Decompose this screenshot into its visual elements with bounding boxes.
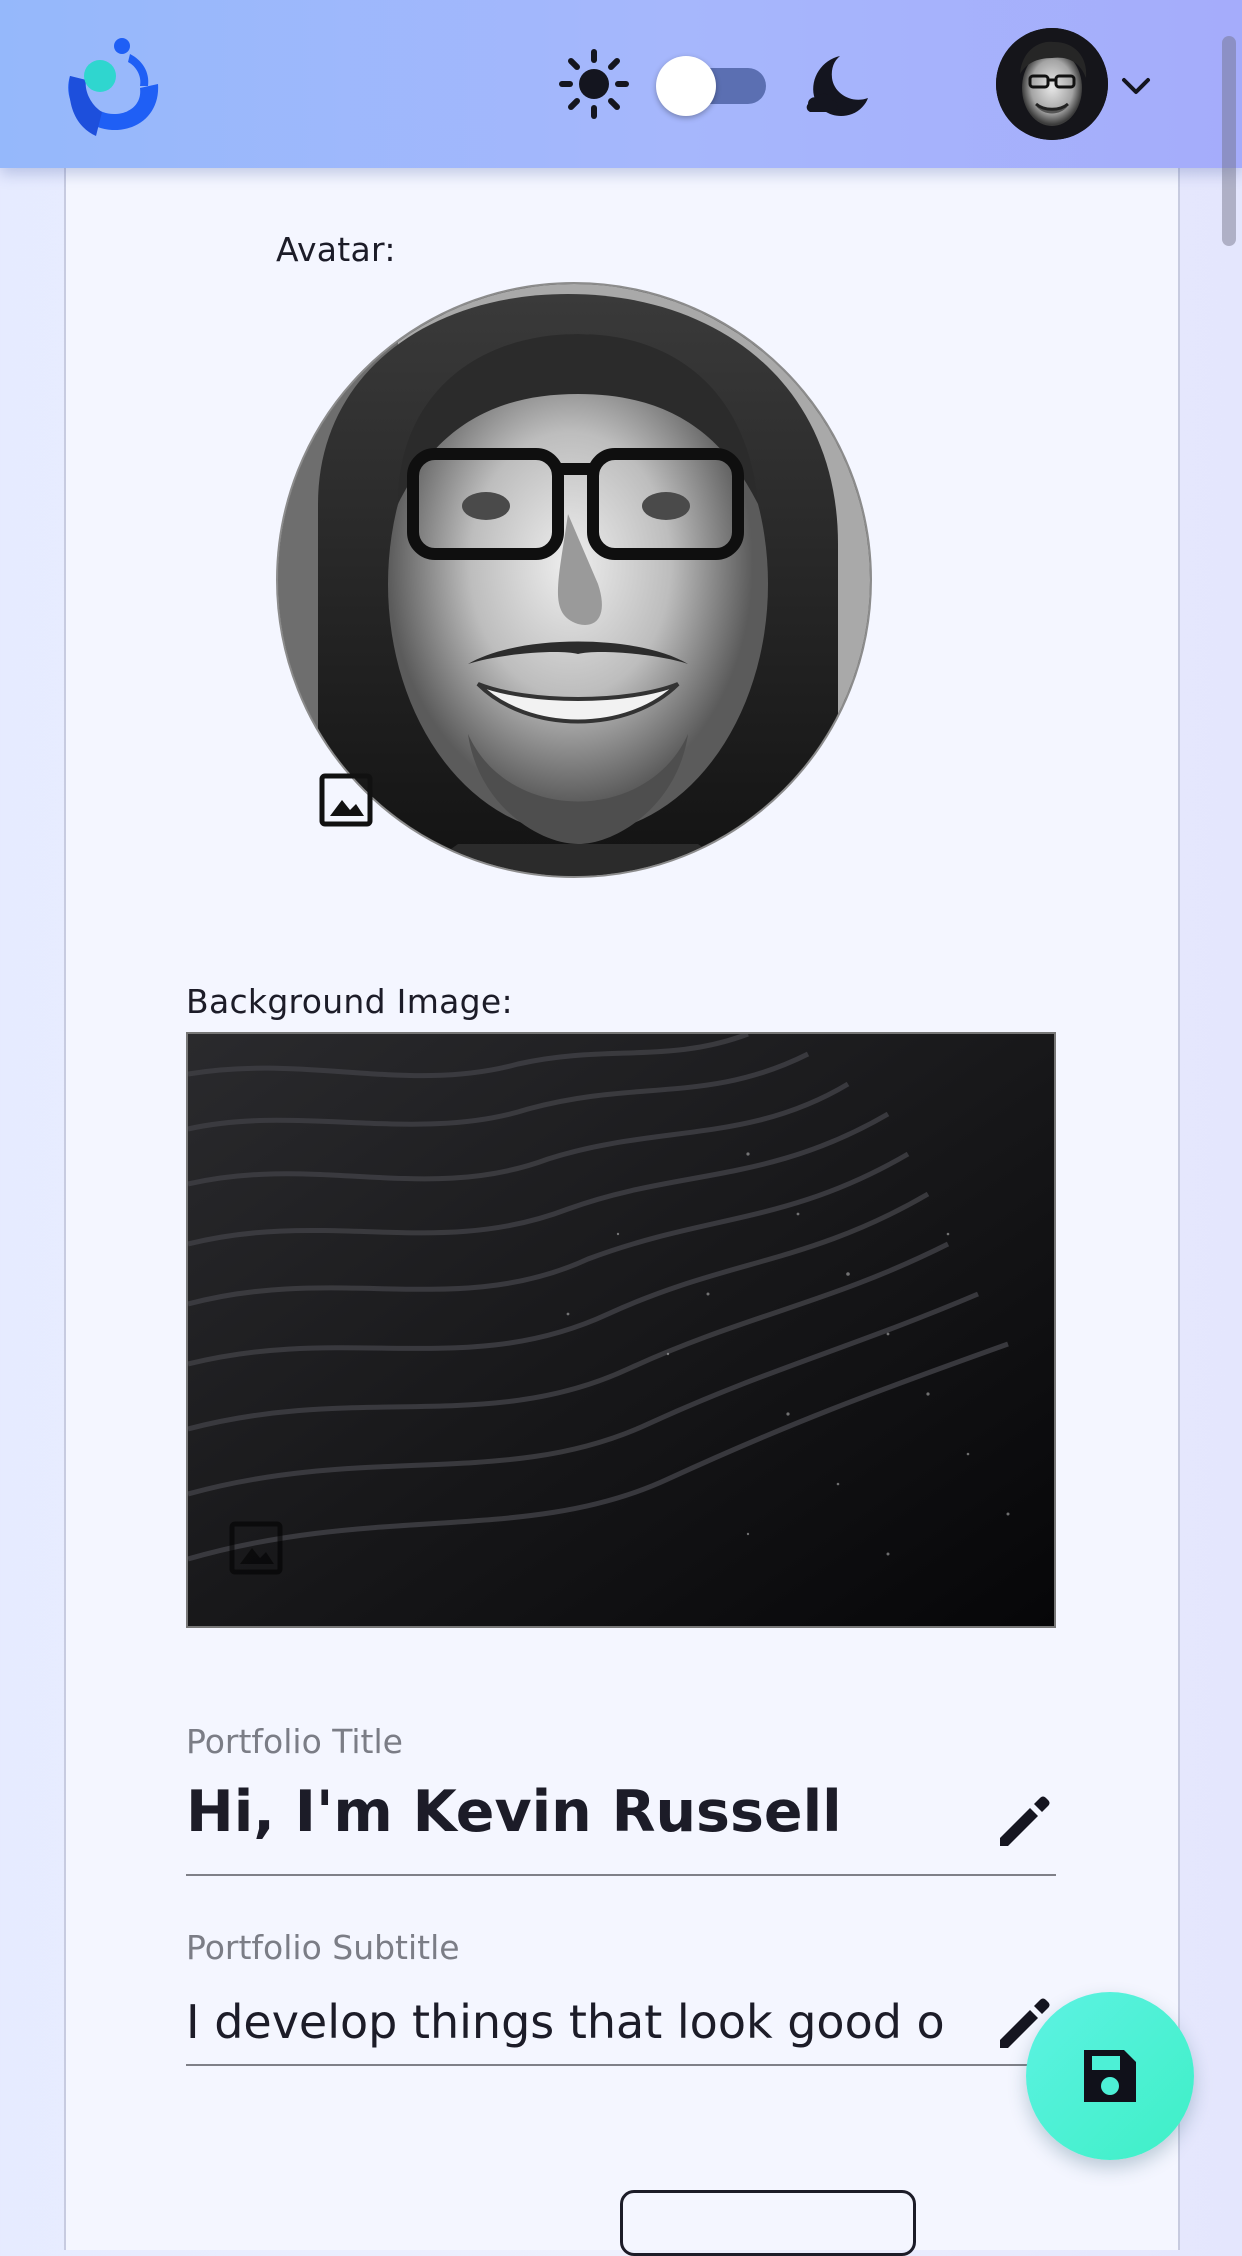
next-section-button[interactable] [620,2190,916,2256]
pencil-icon[interactable] [992,1790,1056,1854]
portfolio-title-underline [186,1874,1056,1876]
save-fab-button[interactable] [1026,1992,1194,2160]
portfolio-title-input[interactable] [186,1772,946,1852]
page-scrollbar[interactable] [1222,36,1236,246]
portfolio-subtitle-field: Portfolio Subtitle [186,1928,1056,2068]
theme-toggle-switch[interactable] [656,56,768,116]
change-background-image-icon[interactable] [228,1520,284,1576]
background-image[interactable] [186,1032,1056,1628]
user-avatar-menu[interactable] [996,28,1108,140]
portfolio-title-field: Portfolio Title [186,1722,1056,1882]
toggle-thumb[interactable] [656,56,716,116]
avatar-label: Avatar: [276,230,396,269]
brand-logo-icon[interactable] [56,36,166,140]
moon-icon [800,50,872,122]
sun-icon [558,48,630,120]
floppy-disk-icon [1084,2050,1136,2102]
portfolio-subtitle-input[interactable] [186,1992,946,2052]
top-app-bar [0,0,1242,168]
portfolio-subtitle-caption: Portfolio Subtitle [186,1928,460,1967]
chevron-down-icon[interactable] [1118,68,1154,104]
portfolio-title-caption: Portfolio Title [186,1722,403,1761]
background-image-label: Background Image: [186,982,513,1021]
portfolio-subtitle-underline [186,2064,1056,2066]
change-avatar-image-icon[interactable] [318,772,374,828]
